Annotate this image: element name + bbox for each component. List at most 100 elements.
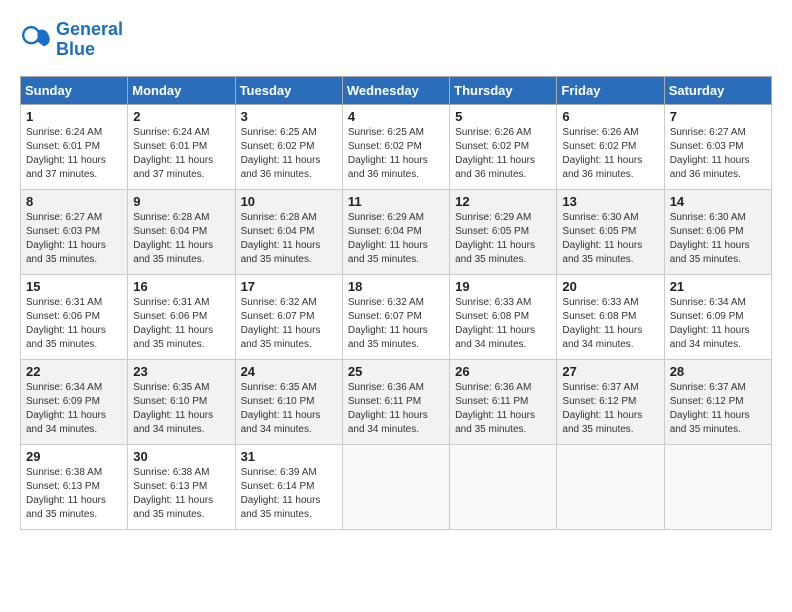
weekday-header-saturday: Saturday [664,76,771,104]
day-number: 8 [26,194,122,209]
calendar-cell: 19 Sunrise: 6:33 AM Sunset: 6:08 PM Dayl… [450,274,557,359]
calendar-cell: 13 Sunrise: 6:30 AM Sunset: 6:05 PM Dayl… [557,189,664,274]
calendar-cell: 28 Sunrise: 6:37 AM Sunset: 6:12 PM Dayl… [664,359,771,444]
day-info: Sunrise: 6:37 AM Sunset: 6:12 PM Dayligh… [670,381,766,437]
day-info: Sunrise: 6:34 AM Sunset: 6:09 PM Dayligh… [26,381,122,437]
day-info: Sunrise: 6:31 AM Sunset: 6:06 PM Dayligh… [133,296,229,352]
day-number: 11 [348,194,444,209]
day-info: Sunrise: 6:37 AM Sunset: 6:12 PM Dayligh… [562,381,658,437]
day-info: Sunrise: 6:32 AM Sunset: 6:07 PM Dayligh… [348,296,444,352]
logo: General Blue [20,20,123,60]
day-number: 10 [241,194,337,209]
day-info: Sunrise: 6:36 AM Sunset: 6:11 PM Dayligh… [348,381,444,437]
day-info: Sunrise: 6:36 AM Sunset: 6:11 PM Dayligh… [455,381,551,437]
day-info: Sunrise: 6:24 AM Sunset: 6:01 PM Dayligh… [26,126,122,182]
day-number: 22 [26,364,122,379]
day-number: 26 [455,364,551,379]
calendar-cell: 12 Sunrise: 6:29 AM Sunset: 6:05 PM Dayl… [450,189,557,274]
day-info: Sunrise: 6:24 AM Sunset: 6:01 PM Dayligh… [133,126,229,182]
calendar-cell: 17 Sunrise: 6:32 AM Sunset: 6:07 PM Dayl… [235,274,342,359]
calendar-cell: 11 Sunrise: 6:29 AM Sunset: 6:04 PM Dayl… [342,189,449,274]
day-number: 19 [455,279,551,294]
calendar-cell: 16 Sunrise: 6:31 AM Sunset: 6:06 PM Dayl… [128,274,235,359]
calendar-cell: 23 Sunrise: 6:35 AM Sunset: 6:10 PM Dayl… [128,359,235,444]
day-info: Sunrise: 6:33 AM Sunset: 6:08 PM Dayligh… [562,296,658,352]
day-number: 12 [455,194,551,209]
calendar-cell: 24 Sunrise: 6:35 AM Sunset: 6:10 PM Dayl… [235,359,342,444]
calendar-cell: 2 Sunrise: 6:24 AM Sunset: 6:01 PM Dayli… [128,104,235,189]
day-info: Sunrise: 6:30 AM Sunset: 6:05 PM Dayligh… [562,211,658,267]
day-number: 5 [455,109,551,124]
calendar-cell: 14 Sunrise: 6:30 AM Sunset: 6:06 PM Dayl… [664,189,771,274]
day-info: Sunrise: 6:25 AM Sunset: 6:02 PM Dayligh… [348,126,444,182]
day-info: Sunrise: 6:38 AM Sunset: 6:13 PM Dayligh… [133,466,229,522]
day-number: 21 [670,279,766,294]
calendar-cell: 22 Sunrise: 6:34 AM Sunset: 6:09 PM Dayl… [21,359,128,444]
day-number: 31 [241,449,337,464]
day-number: 14 [670,194,766,209]
day-number: 4 [348,109,444,124]
day-info: Sunrise: 6:26 AM Sunset: 6:02 PM Dayligh… [562,126,658,182]
day-info: Sunrise: 6:26 AM Sunset: 6:02 PM Dayligh… [455,126,551,182]
calendar-cell: 7 Sunrise: 6:27 AM Sunset: 6:03 PM Dayli… [664,104,771,189]
calendar-cell: 20 Sunrise: 6:33 AM Sunset: 6:08 PM Dayl… [557,274,664,359]
calendar-cell: 29 Sunrise: 6:38 AM Sunset: 6:13 PM Dayl… [21,444,128,529]
day-info: Sunrise: 6:30 AM Sunset: 6:06 PM Dayligh… [670,211,766,267]
calendar-cell: 21 Sunrise: 6:34 AM Sunset: 6:09 PM Dayl… [664,274,771,359]
logo-icon [20,24,52,56]
day-info: Sunrise: 6:27 AM Sunset: 6:03 PM Dayligh… [26,211,122,267]
calendar-cell [664,444,771,529]
day-number: 23 [133,364,229,379]
weekday-header-friday: Friday [557,76,664,104]
calendar-cell: 30 Sunrise: 6:38 AM Sunset: 6:13 PM Dayl… [128,444,235,529]
weekday-header-wednesday: Wednesday [342,76,449,104]
day-info: Sunrise: 6:32 AM Sunset: 6:07 PM Dayligh… [241,296,337,352]
calendar-table: SundayMondayTuesdayWednesdayThursdayFrid… [20,76,772,530]
day-number: 17 [241,279,337,294]
weekday-header-monday: Monday [128,76,235,104]
weekday-header-thursday: Thursday [450,76,557,104]
day-number: 3 [241,109,337,124]
day-info: Sunrise: 6:38 AM Sunset: 6:13 PM Dayligh… [26,466,122,522]
day-number: 29 [26,449,122,464]
day-info: Sunrise: 6:28 AM Sunset: 6:04 PM Dayligh… [241,211,337,267]
day-number: 25 [348,364,444,379]
calendar-cell: 8 Sunrise: 6:27 AM Sunset: 6:03 PM Dayli… [21,189,128,274]
day-info: Sunrise: 6:29 AM Sunset: 6:05 PM Dayligh… [455,211,551,267]
day-info: Sunrise: 6:29 AM Sunset: 6:04 PM Dayligh… [348,211,444,267]
calendar-cell: 1 Sunrise: 6:24 AM Sunset: 6:01 PM Dayli… [21,104,128,189]
day-number: 20 [562,279,658,294]
page-header: General Blue [20,20,772,60]
calendar-cell [450,444,557,529]
day-info: Sunrise: 6:39 AM Sunset: 6:14 PM Dayligh… [241,466,337,522]
calendar-cell: 10 Sunrise: 6:28 AM Sunset: 6:04 PM Dayl… [235,189,342,274]
day-number: 24 [241,364,337,379]
weekday-header-sunday: Sunday [21,76,128,104]
calendar-cell [342,444,449,529]
calendar-cell: 18 Sunrise: 6:32 AM Sunset: 6:07 PM Dayl… [342,274,449,359]
day-info: Sunrise: 6:35 AM Sunset: 6:10 PM Dayligh… [241,381,337,437]
day-number: 1 [26,109,122,124]
day-number: 27 [562,364,658,379]
calendar-cell: 9 Sunrise: 6:28 AM Sunset: 6:04 PM Dayli… [128,189,235,274]
day-number: 13 [562,194,658,209]
day-number: 2 [133,109,229,124]
day-number: 15 [26,279,122,294]
calendar-cell: 5 Sunrise: 6:26 AM Sunset: 6:02 PM Dayli… [450,104,557,189]
day-number: 7 [670,109,766,124]
calendar-cell: 3 Sunrise: 6:25 AM Sunset: 6:02 PM Dayli… [235,104,342,189]
day-number: 28 [670,364,766,379]
calendar-cell [557,444,664,529]
day-info: Sunrise: 6:25 AM Sunset: 6:02 PM Dayligh… [241,126,337,182]
day-info: Sunrise: 6:27 AM Sunset: 6:03 PM Dayligh… [670,126,766,182]
logo-text: General Blue [56,20,123,60]
day-info: Sunrise: 6:33 AM Sunset: 6:08 PM Dayligh… [455,296,551,352]
day-info: Sunrise: 6:31 AM Sunset: 6:06 PM Dayligh… [26,296,122,352]
weekday-header-tuesday: Tuesday [235,76,342,104]
calendar-cell: 25 Sunrise: 6:36 AM Sunset: 6:11 PM Dayl… [342,359,449,444]
day-number: 18 [348,279,444,294]
calendar-cell: 15 Sunrise: 6:31 AM Sunset: 6:06 PM Dayl… [21,274,128,359]
calendar-cell: 6 Sunrise: 6:26 AM Sunset: 6:02 PM Dayli… [557,104,664,189]
day-info: Sunrise: 6:35 AM Sunset: 6:10 PM Dayligh… [133,381,229,437]
calendar-cell: 4 Sunrise: 6:25 AM Sunset: 6:02 PM Dayli… [342,104,449,189]
